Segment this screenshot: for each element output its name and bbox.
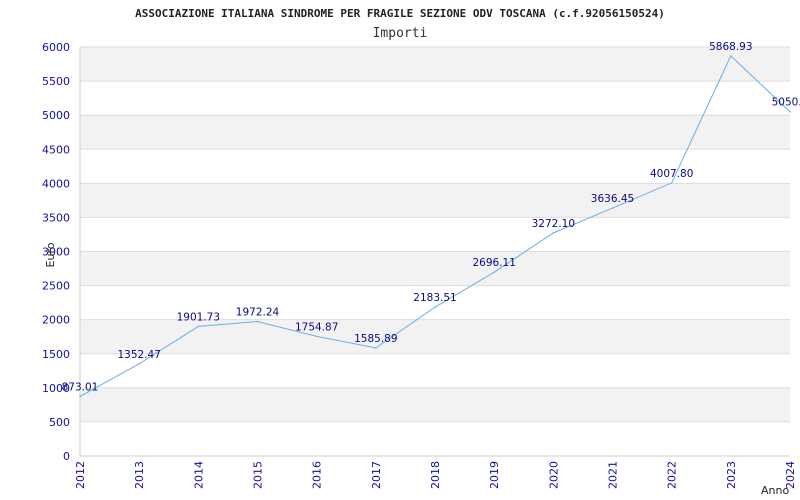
grid-band <box>80 115 790 150</box>
grid-bands <box>80 47 790 422</box>
data-point <box>434 306 436 308</box>
grid-band <box>80 387 790 422</box>
x-tick-label: 2015 <box>252 461 265 489</box>
data-point <box>256 320 259 323</box>
data-label: 5050.5 <box>772 97 800 109</box>
data-label: 2183.51 <box>413 292 456 304</box>
y-tick-label: 6000 <box>42 41 70 54</box>
data-label: 3636.45 <box>591 193 634 205</box>
y-tick-label: 5000 <box>42 109 70 122</box>
y-tick-label: 0 <box>63 450 70 463</box>
chart-title: ASSOCIAZIONE ITALIANA SINDROME PER FRAGI… <box>135 7 665 20</box>
x-tick-label: 2019 <box>488 461 501 489</box>
data-label: 3272.10 <box>532 218 575 230</box>
y-tick-label: 2500 <box>42 280 70 293</box>
x-axis-label: Anno <box>761 484 789 497</box>
x-tick-label: 2014 <box>192 461 205 489</box>
x-tick-label: 2016 <box>311 461 324 489</box>
data-point <box>611 207 614 209</box>
data-label: 1754.87 <box>295 321 338 333</box>
data-point <box>670 182 673 184</box>
x-tick-labels: 2012 2013 2014 2015 2016 2017 2018 2019 2020 2021… <box>74 461 797 489</box>
data-label: 1585.89 <box>354 333 397 345</box>
y-tick-label: 4500 <box>42 143 70 156</box>
x-tick-label: 2022 <box>666 461 679 489</box>
x-tick-label: 2012 <box>74 461 87 489</box>
grid-band <box>80 319 790 354</box>
data-label: 873.01 <box>62 381 99 393</box>
y-tick-label: 500 <box>49 416 70 429</box>
chart-subtitle: Importi <box>373 26 428 41</box>
data-point <box>375 347 377 349</box>
data-label: 1972.24 <box>236 307 280 319</box>
data-label: 4007.80 <box>650 168 693 180</box>
x-tick-label: 2017 <box>370 461 383 489</box>
y-axis-label: Euro <box>44 242 57 267</box>
data-point <box>493 271 495 274</box>
grid-band <box>80 183 790 218</box>
x-tick-label: 2021 <box>607 461 620 489</box>
data-point <box>138 363 140 365</box>
data-point <box>552 232 555 234</box>
y-tick-label: 2000 <box>42 314 70 327</box>
x-tick-label: 2020 <box>547 461 560 489</box>
y-tick-label: 3500 <box>42 211 70 224</box>
y-tick-label: 1500 <box>42 348 70 361</box>
data-label: 1352.47 <box>117 349 160 361</box>
x-tick-label: 2018 <box>429 461 442 489</box>
y-tick-label: 5500 <box>42 75 70 88</box>
data-point <box>789 110 791 113</box>
data-label: 2696.11 <box>472 257 515 269</box>
data-point <box>730 55 732 57</box>
x-tick-label: 2023 <box>725 461 738 489</box>
grid-band <box>80 47 790 82</box>
data-point <box>197 325 200 328</box>
x-tick-label: 2013 <box>133 461 146 489</box>
y-tick-label: 4000 <box>42 177 70 190</box>
line-chart: 0500100015002000250030003500400045005000… <box>42 7 800 497</box>
data-label: 1901.73 <box>177 311 220 323</box>
grid-band <box>80 251 790 286</box>
data-point <box>315 335 318 338</box>
data-label: 5868.93 <box>709 41 752 53</box>
data-point <box>79 395 81 398</box>
